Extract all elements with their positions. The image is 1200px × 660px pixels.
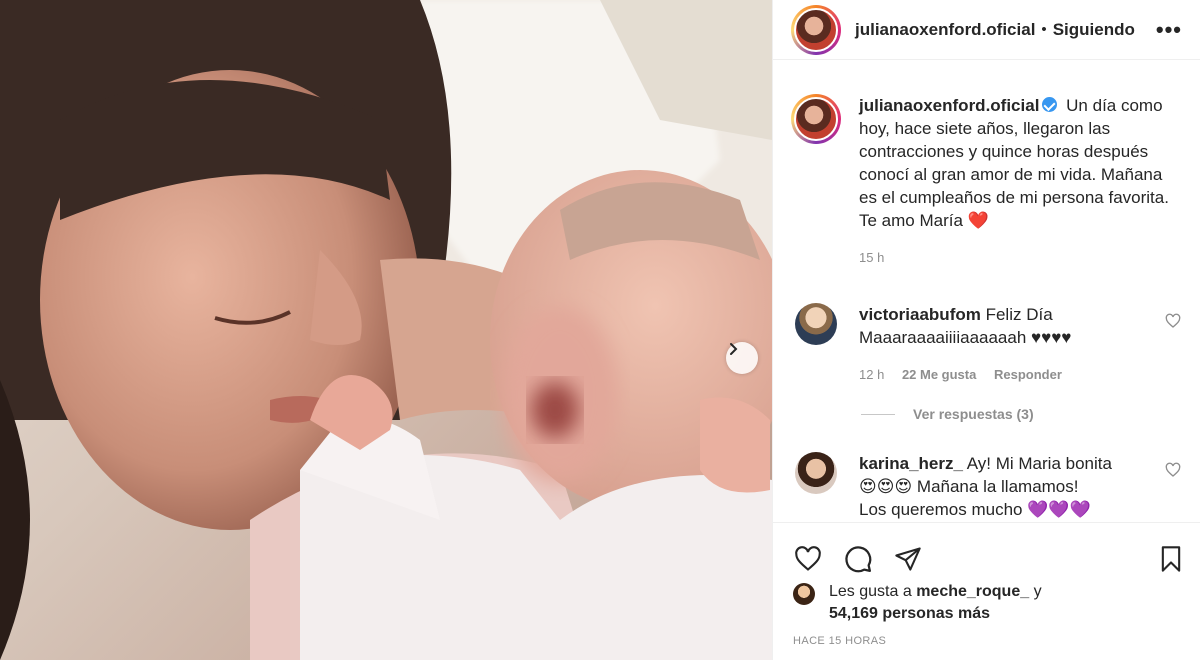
comment-meta: 12 h 22 Me gusta Responder bbox=[859, 363, 1159, 386]
more-options-icon[interactable]: ••• bbox=[1156, 17, 1182, 43]
post-sidebar: julianaoxenford.oficial • Siguiendo ••• … bbox=[772, 0, 1200, 660]
caption-avatar[interactable] bbox=[791, 94, 841, 144]
comment-emoji: 💜💜💜 bbox=[1027, 500, 1091, 519]
heart-icon[interactable] bbox=[793, 545, 823, 573]
post-actions: Les gusta a meche_roque_ y 54,169 person… bbox=[773, 522, 1200, 647]
caption-username[interactable]: julianaoxenford.oficial bbox=[859, 96, 1039, 115]
chevron-right-icon bbox=[730, 343, 738, 355]
next-photo-button[interactable] bbox=[726, 342, 758, 374]
comment-text: Los queremos mucho bbox=[859, 500, 1023, 519]
caption-meta: 15 h bbox=[859, 246, 1183, 269]
header-separator: • bbox=[1041, 21, 1047, 38]
liker-username[interactable]: meche_roque_ bbox=[916, 583, 1029, 600]
liker-avatar[interactable] bbox=[793, 583, 815, 605]
comment-time[interactable]: 12 h bbox=[859, 367, 884, 382]
likes-summary: Les gusta a meche_roque_ y 54,169 person… bbox=[773, 581, 1200, 625]
caption-text: Un día como hoy, hace siete años, llegar… bbox=[859, 96, 1169, 230]
comment-item: victoriaabufom Feliz Día Maaaraaaaiiiiaa… bbox=[773, 303, 1200, 386]
comment-text: Ay! Mi Maria bonita bbox=[966, 454, 1112, 473]
comment-heart-icon[interactable] bbox=[1165, 313, 1181, 329]
likes-joiner: y bbox=[1033, 583, 1042, 600]
likes-count[interactable]: 54,169 personas más bbox=[829, 605, 990, 622]
comment-icon[interactable] bbox=[843, 544, 873, 574]
comment-text: Mañana la llamamos! bbox=[916, 477, 1079, 496]
commenter-avatar[interactable] bbox=[795, 452, 837, 494]
author-username[interactable]: julianaoxenford.oficial bbox=[855, 20, 1035, 40]
likes-prefix: Les gusta a bbox=[829, 583, 912, 600]
bookmark-icon[interactable] bbox=[1157, 544, 1185, 574]
post-timestamp[interactable]: HACE 15 HORAS bbox=[773, 625, 1200, 647]
post-header: julianaoxenford.oficial • Siguiendo ••• bbox=[773, 0, 1200, 60]
photo-illustration bbox=[0, 0, 772, 660]
follow-status-button[interactable]: Siguiendo bbox=[1053, 20, 1135, 40]
comment-likes[interactable]: 22 Me gusta bbox=[902, 367, 976, 382]
comment-item: karina_herz_ Ay! Mi Maria bonita 😍😍😍 Mañ… bbox=[773, 452, 1200, 521]
view-replies-label[interactable]: Ver respuestas (3) bbox=[913, 406, 1034, 422]
caption-time[interactable]: 15 h bbox=[859, 250, 884, 265]
action-icons-row bbox=[773, 523, 1200, 583]
send-icon[interactable] bbox=[893, 545, 923, 573]
heart-emoji: ❤️ bbox=[967, 211, 989, 230]
comment-heart-icon[interactable] bbox=[1165, 462, 1181, 478]
comments-section[interactable]: julianaoxenford.oficial Un día como hoy,… bbox=[773, 60, 1200, 522]
commenter-username[interactable]: victoriaabufom bbox=[859, 305, 981, 324]
author-avatar[interactable] bbox=[791, 4, 841, 55]
verified-badge-icon bbox=[1042, 97, 1058, 112]
reply-button[interactable]: Responder bbox=[994, 367, 1062, 382]
view-replies-button[interactable]: Ver respuestas (3) bbox=[773, 406, 1200, 422]
post-caption: julianaoxenford.oficial Un día como hoy,… bbox=[773, 60, 1200, 269]
replies-divider bbox=[861, 413, 895, 415]
post-photo[interactable] bbox=[0, 0, 772, 660]
comment-emoji: 😍😍😍 bbox=[859, 477, 913, 496]
commenter-username[interactable]: karina_herz_ bbox=[859, 454, 963, 473]
commenter-avatar[interactable] bbox=[795, 303, 837, 345]
